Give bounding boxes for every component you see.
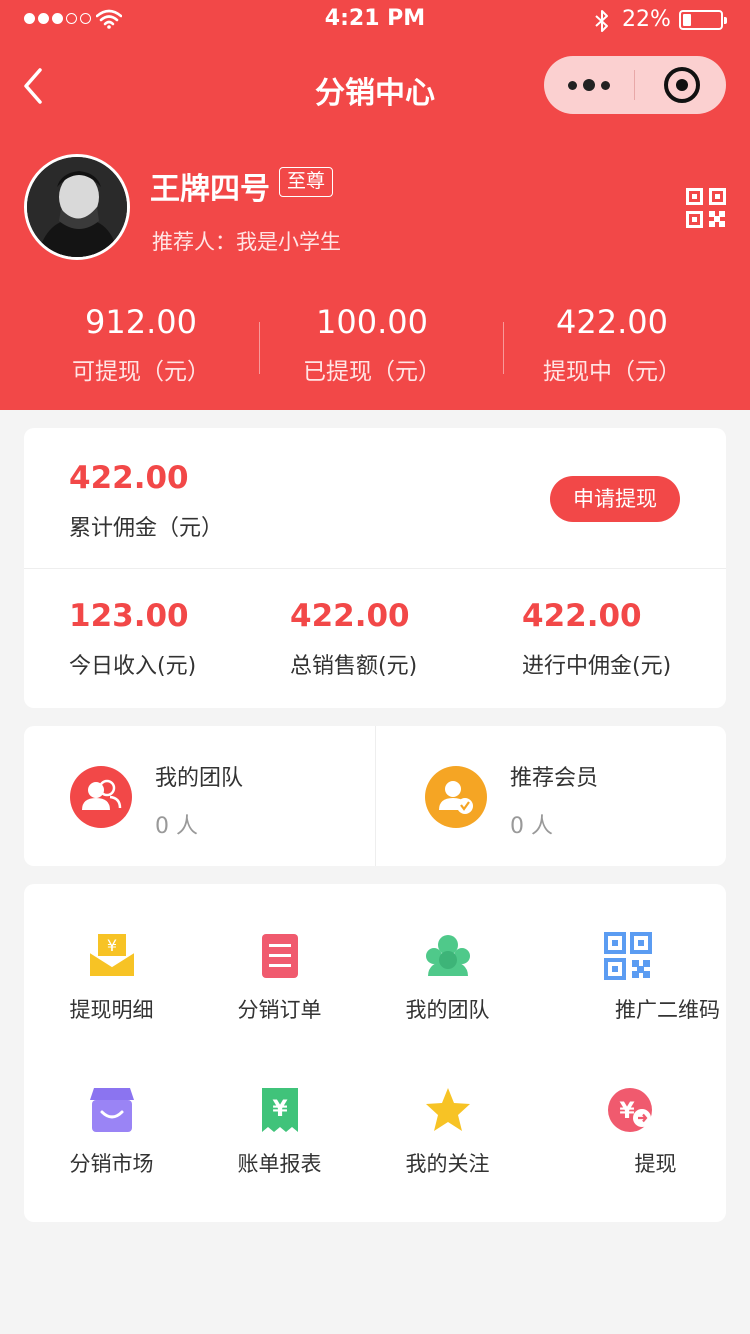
referrer-text: 推荐人：我是小学生 — [152, 230, 341, 254]
level-badge: 至尊 — [279, 167, 334, 197]
total-sales-label: 总销售额(元) — [290, 654, 418, 679]
team-group-icon — [426, 935, 470, 976]
battery-percent: 22% — [622, 7, 671, 32]
today-income-value: 123.00 — [69, 598, 189, 634]
total-sales-value: 422.00 — [290, 598, 410, 634]
battery-icon — [679, 10, 727, 30]
svg-text:¥: ¥ — [107, 936, 117, 955]
menu-promo-qr[interactable]: 推广二维码 — [564, 932, 739, 1052]
stat-withdrawing[interactable]: 422.00 提现中（元） — [487, 302, 737, 386]
team-icon — [70, 766, 132, 828]
user-name: 王牌四号 — [150, 172, 270, 207]
commission-card: 422.00 累计佣金（元） 申请提现 123.00 今日收入(元) 422.0… — [24, 428, 726, 708]
menu-withdraw[interactable]: ¥ 提现 — [566, 1086, 741, 1206]
menu-my-team[interactable]: 我的团队 — [360, 932, 535, 1052]
my-team-title: 我的团队 — [155, 766, 244, 791]
mini-program-capsule — [544, 56, 726, 114]
status-bar: 4:21 PM 22% — [0, 0, 750, 40]
market-icon — [90, 1088, 134, 1132]
my-team-entry[interactable]: 我的团队 0 人 — [24, 726, 375, 866]
recommend-member-entry[interactable]: 推荐会员 0 人 — [379, 726, 730, 866]
today-income-label: 今日收入(元) — [69, 654, 197, 679]
qr-code-icon[interactable] — [686, 188, 726, 228]
svg-text:¥: ¥ — [619, 1099, 635, 1124]
header: 4:21 PM 22% 分销中心 王牌四号 至尊 推荐人：我是小学生 912.0… — [0, 0, 750, 410]
star-icon — [426, 1088, 470, 1131]
close-circle-icon[interactable] — [664, 67, 700, 103]
svg-text:¥: ¥ — [272, 1097, 288, 1122]
apply-withdraw-button[interactable]: 申请提现 — [550, 476, 680, 522]
stat-withdrawn[interactable]: 100.00 已提现（元） — [247, 302, 497, 386]
menu-withdraw-detail[interactable]: ¥ 提现明细 — [24, 932, 199, 1052]
team-card: 我的团队 0 人 推荐会员 0 人 — [24, 726, 726, 866]
qr-code-icon — [604, 932, 652, 980]
more-icon[interactable] — [544, 56, 634, 114]
menu-distribution-market[interactable]: 分销市场 — [24, 1086, 199, 1206]
recommend-member-count: 0 人 — [510, 814, 553, 839]
menu-bill-report[interactable]: ¥ 账单报表 — [192, 1086, 367, 1206]
pending-commission-label: 进行中佣金(元) — [522, 654, 672, 679]
withdraw-detail-icon: ¥ — [89, 934, 135, 976]
menu-distribution-orders[interactable]: 分销订单 — [192, 932, 367, 1052]
recommend-member-title: 推荐会员 — [510, 766, 599, 791]
withdraw-icon: ¥ — [608, 1088, 652, 1132]
stat-withdrawable[interactable]: 912.00 可提现（元） — [16, 302, 266, 386]
order-list-icon — [262, 934, 298, 978]
total-commission-label: 累计佣金（元） — [69, 516, 224, 541]
bluetooth-icon — [595, 10, 608, 32]
bill-icon: ¥ — [262, 1088, 298, 1132]
avatar[interactable] — [24, 154, 130, 260]
total-commission-value: 422.00 — [69, 460, 189, 496]
menu-my-follow[interactable]: 我的关注 — [360, 1086, 535, 1206]
menu-grid: ¥ 提现明细 分销订单 我的团队 推广二维码 分销市场 ¥ 账单报表 我的关注 … — [24, 884, 726, 1222]
my-team-count: 0 人 — [155, 814, 198, 839]
member-icon — [425, 766, 487, 828]
pending-commission-value: 422.00 — [522, 598, 642, 634]
